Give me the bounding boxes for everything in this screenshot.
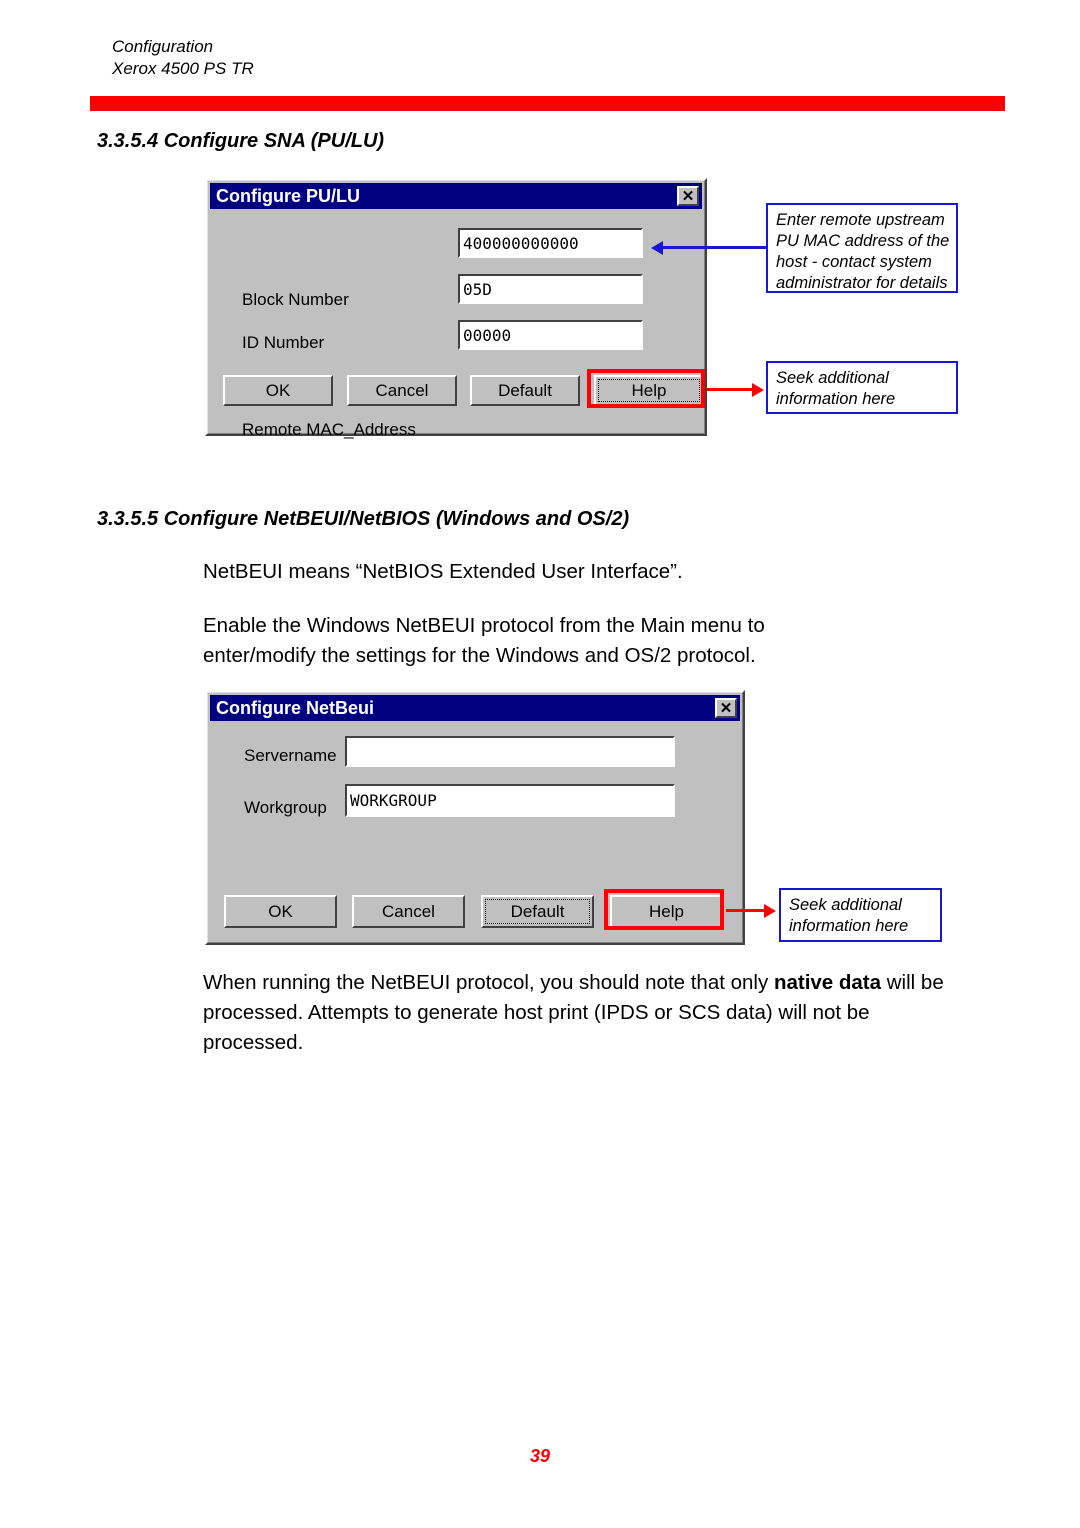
netbeui-titlebar[interactable]: Configure NetBeui ✕ [210, 695, 740, 721]
netbeui-help-arrow-line [726, 909, 766, 912]
pulu-label-id-number: ID Number [242, 333, 325, 352]
callout-mac-address: Enter remote upstream PU MAC address of … [766, 203, 958, 293]
pulu-remote-mac-address-input[interactable]: 400000000000 [458, 228, 643, 258]
pulu-id-number-input[interactable]: 00000 [458, 320, 643, 350]
paragraph-enable-netbeui: Enable the Windows NetBEUI protocol from… [203, 611, 843, 671]
netbeui-label-workgroup: Workgroup [244, 798, 327, 817]
netbeui-title-text: Configure NetBeui [216, 697, 375, 718]
section-heading-3-3-5-4: 3.3.5.4 Configure SNA (PU/LU) [97, 130, 385, 152]
close-icon[interactable]: ✕ [715, 698, 737, 718]
callout-mac-line-1: Enter remote upstream [776, 211, 945, 229]
callout-help-pulu-line-1: Seek additional [776, 369, 889, 387]
netbeui-help-button[interactable]: Help [610, 895, 723, 928]
header-document-title: Configuration [112, 37, 214, 56]
netbeui-label-servername: Servername [244, 746, 337, 765]
paragraph-enable-line-2: enter/modify the settings for the Window… [203, 644, 756, 667]
configure-netbeui-dialog: Configure NetBeui ✕ Servername Workgroup… [205, 690, 745, 945]
callout-help-netbeui: Seek additional information here [779, 888, 942, 942]
pulu-default-button[interactable]: Default [470, 375, 580, 406]
callout-help-netbeui-line-2: information here [789, 917, 909, 935]
netbeui-workgroup-input[interactable]: WORKGROUP [345, 784, 675, 817]
callout-mac-line-3: host - contact system [776, 253, 932, 271]
callout-help-pulu-line-2: information here [776, 390, 896, 408]
paragraph-when-running: When running the NetBEUI protocol, you s… [203, 968, 963, 1058]
page-header: Configuration Xerox 4500 PS TR [112, 36, 254, 80]
paragraph-when-running-part-1: When running the NetBEUI protocol, you s… [203, 971, 774, 994]
section-heading-3-3-5-5: 3.3.5.5 Configure NetBEUI/NetBIOS (Windo… [97, 508, 630, 530]
callout-help-netbeui-line-1: Seek additional [789, 896, 902, 914]
pulu-help-arrow-head [752, 383, 764, 397]
pulu-block-number-input[interactable]: 05D [458, 274, 643, 304]
close-icon[interactable]: ✕ [677, 186, 699, 206]
paragraph-native-data-emphasis: native data [773, 971, 882, 994]
netbeui-default-button[interactable]: Default [481, 895, 594, 928]
netbeui-cancel-button[interactable]: Cancel [352, 895, 465, 928]
pulu-title-text: Configure PU/LU [216, 185, 360, 206]
pulu-titlebar[interactable]: Configure PU/LU ✕ [210, 183, 702, 209]
pulu-help-arrow-line [707, 388, 752, 391]
mac-callout-arrow-head [651, 241, 663, 255]
callout-mac-line-2: PU MAC address of the [776, 232, 950, 250]
callout-mac-line-4: administrator for details [776, 274, 948, 292]
pulu-help-button[interactable]: Help [594, 375, 704, 406]
pulu-label-remote-mac-address: Remote MAC_Address [242, 420, 416, 439]
netbeui-servername-input[interactable] [345, 736, 675, 767]
configure-pulu-dialog: Configure PU/LU ✕ Remote MAC_Address 400… [205, 178, 707, 439]
header-red-rule [90, 96, 1005, 111]
pulu-ok-button[interactable]: OK [223, 375, 333, 406]
mac-callout-arrow-line [663, 246, 767, 249]
netbeui-help-arrow-head [764, 904, 776, 918]
paragraph-netbeui-means: NetBEUI means “NetBIOS Extended User Int… [203, 560, 683, 583]
page-number: 39 [529, 1446, 551, 1466]
paragraph-enable-line-1: Enable the Windows NetBEUI protocol from… [203, 614, 765, 637]
netbeui-ok-button[interactable]: OK [224, 895, 337, 928]
pulu-cancel-button[interactable]: Cancel [347, 375, 457, 406]
pulu-label-block-number: Block Number [242, 290, 349, 309]
header-product-name: Xerox 4500 PS TR [112, 59, 254, 78]
callout-help-pulu: Seek additional information here [766, 361, 958, 414]
